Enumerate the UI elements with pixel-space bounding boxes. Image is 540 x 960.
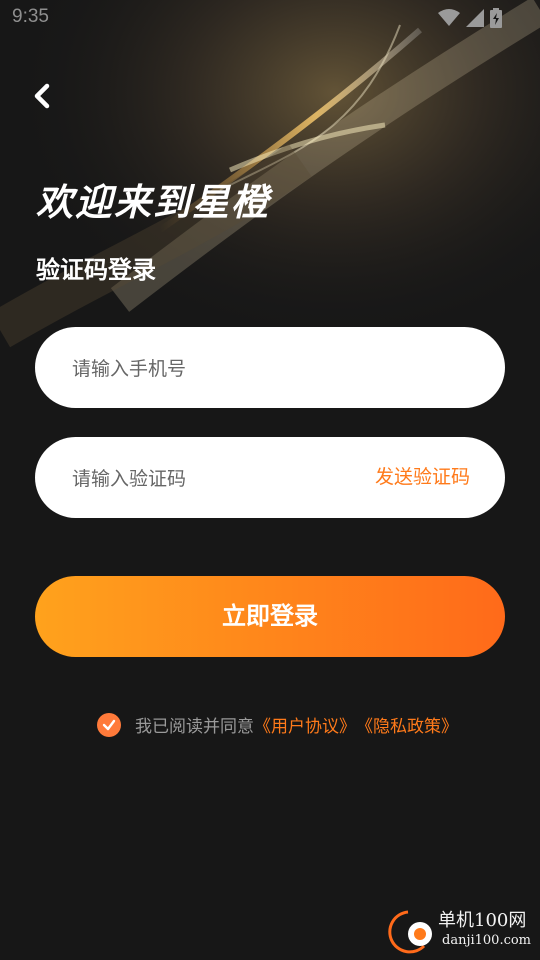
phone-input[interactable] (70, 327, 374, 410)
privacy-policy-link[interactable]: 《隐私政策》 (356, 712, 458, 737)
watermark-logo: 单机100网 danji100.com (386, 906, 536, 956)
watermark-text-cn: 单机100网 (438, 910, 527, 931)
cell-signal-icon (466, 9, 484, 27)
phone-field[interactable] (35, 327, 505, 410)
code-input[interactable] (70, 437, 374, 520)
agreement-text: 我已阅读并同意 (135, 717, 254, 737)
checkmark-icon (102, 719, 116, 730)
page-subtitle: 验证码登录 (36, 256, 156, 284)
page-title: 欢迎来到星橙 (36, 181, 270, 224)
status-icons (438, 8, 502, 28)
agreement-row: 我已阅读并同意 《用户协议》 《隐私政策》 (97, 712, 458, 737)
chevron-left-icon (34, 83, 50, 109)
battery-icon (490, 8, 502, 28)
watermark-emblem-icon (388, 910, 432, 954)
send-code-button[interactable]: 发送验证码 (375, 437, 470, 518)
status-time: 9:35 (12, 6, 49, 27)
user-agreement-link[interactable]: 《用户协议》 (254, 712, 356, 737)
back-button[interactable] (26, 80, 58, 112)
login-button[interactable]: 立即登录 (35, 576, 505, 657)
status-bar: 9:35 (0, 0, 540, 36)
code-field[interactable]: 发送验证码 (35, 437, 505, 520)
agree-checkbox[interactable] (97, 712, 121, 737)
wifi-icon (438, 9, 460, 26)
watermark-text-en: danji100.com (442, 933, 532, 948)
